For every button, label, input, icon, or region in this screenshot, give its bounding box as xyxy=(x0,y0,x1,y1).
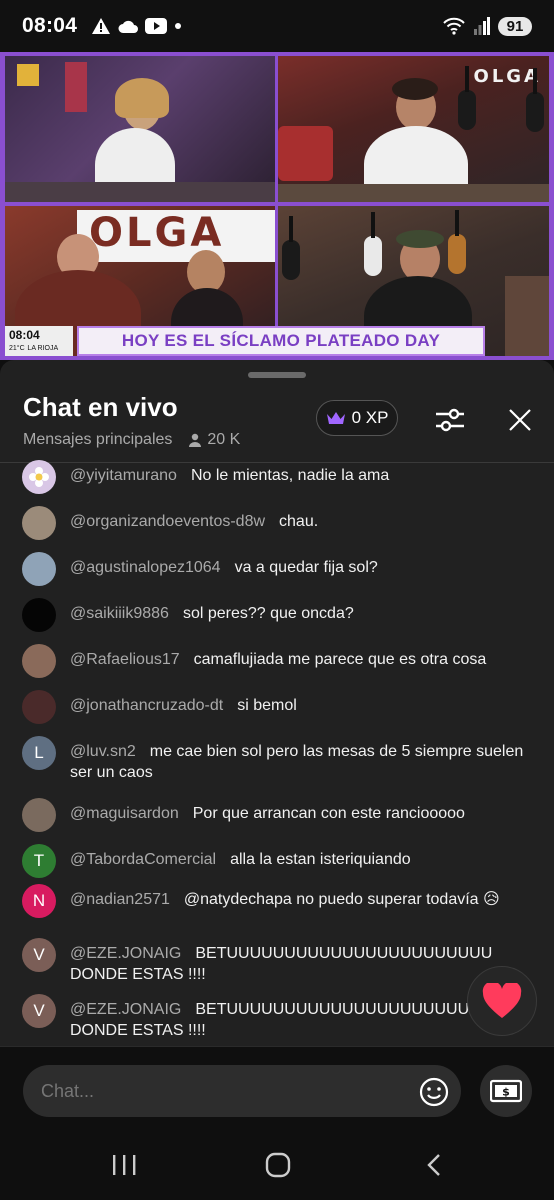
chat-message[interactable]: @saikiiik9886 sol peres?? que oncda? xyxy=(22,598,532,632)
avatar[interactable]: N xyxy=(22,884,56,918)
chat-title: Chat en vivo xyxy=(23,392,178,422)
chat-message[interactable]: V @EZE.JONAIG BETUUUUUUUUUUUUUUUUUUUUUUU … xyxy=(22,994,532,1041)
camera-panel-1 xyxy=(5,56,275,202)
xp-label: 0 XP xyxy=(351,408,389,427)
sliders-icon xyxy=(436,408,464,432)
message-text: camaflujiada me parece que es otra cosa xyxy=(193,651,487,668)
chat-message[interactable]: T @TabordaComercial alla la estan isteriq… xyxy=(22,844,532,878)
message-author[interactable]: @maguisardon xyxy=(70,805,179,822)
message-author[interactable]: @jonathancruzado-dt xyxy=(70,697,223,714)
avatar[interactable]: V xyxy=(22,938,56,972)
avatar[interactable] xyxy=(22,460,56,494)
dot-icon xyxy=(175,23,182,29)
warning-icon xyxy=(92,18,111,34)
status-notification-icons xyxy=(91,17,183,35)
message-author[interactable]: @saikiiik9886 xyxy=(70,605,169,622)
avatar[interactable] xyxy=(22,798,56,832)
brand-logo: OLGA xyxy=(473,66,541,87)
message-text: No le mientas, nadie la ama xyxy=(190,467,390,484)
signal-icon xyxy=(474,17,490,35)
chat-message[interactable]: @agustinalopez1064 va a quedar fija sol? xyxy=(22,552,532,586)
clock-overlay: 08:04 21°C LA RIOJA xyxy=(5,326,73,356)
message-text: va a quedar fija sol? xyxy=(234,559,378,576)
heart-icon xyxy=(482,983,522,1018)
avatar[interactable]: V xyxy=(22,994,56,1028)
emoji-button[interactable] xyxy=(418,1076,450,1108)
battery-indicator: 91 xyxy=(498,16,532,36)
clock-time: 08:04 xyxy=(9,328,40,342)
wifi-icon xyxy=(443,17,465,35)
status-time: 08:04 xyxy=(22,14,78,37)
flower-avatar-icon xyxy=(29,467,49,487)
chat-settings-button[interactable] xyxy=(430,402,470,438)
avatar[interactable]: L xyxy=(22,736,56,770)
avatar[interactable] xyxy=(22,552,56,586)
system-nav-bar xyxy=(0,1138,554,1200)
message-author[interactable]: @Rafaelious17 xyxy=(70,651,180,668)
youtube-icon xyxy=(145,18,168,34)
xp-button[interactable]: 0 XP xyxy=(316,400,398,436)
back-button[interactable] xyxy=(414,1150,454,1180)
message-author[interactable]: @EZE.JONAIG xyxy=(70,945,181,962)
back-icon xyxy=(427,1154,440,1176)
smiley-icon xyxy=(419,1077,449,1107)
drag-handle[interactable] xyxy=(248,372,306,378)
message-text: chau. xyxy=(279,513,319,530)
clock-temp: 21°C xyxy=(9,345,25,352)
message-text: Por que arrancan con este ranciooooo xyxy=(192,805,465,822)
chat-mode-label[interactable]: Mensajes principales xyxy=(23,431,172,449)
clock-city: LA RIOJA xyxy=(27,345,59,352)
chat-message[interactable]: @Rafaelious17 camaflujiada me parece que … xyxy=(22,644,532,678)
chat-message[interactable]: V @EZE.JONAIG BETUUUUUUUUUUUUUUUUUUUUUUU … xyxy=(22,938,532,985)
svg-text:$: $ xyxy=(502,1086,510,1099)
live-chat-panel: Chat en vivo Mensajes principales 20 K 0… xyxy=(0,360,554,1056)
message-author[interactable]: @organizandoeventos-d8w xyxy=(70,513,265,530)
video-player[interactable]: OLGA OLGA 08:04 21°C LA RIOJA HOY ES EL … xyxy=(0,52,554,360)
recents-button[interactable] xyxy=(104,1150,144,1180)
close-icon xyxy=(509,409,531,431)
home-button[interactable] xyxy=(258,1150,298,1180)
person-icon xyxy=(189,433,202,447)
message-author[interactable]: @yiyitamurano xyxy=(70,467,177,484)
message-author[interactable]: @agustinalopez1064 xyxy=(70,559,221,576)
chat-input[interactable] xyxy=(23,1065,461,1117)
chat-message-list[interactable]: @yiyitamurano No le mientas, nadie la ama… xyxy=(0,460,554,1046)
viewer-count-value: 20 K xyxy=(207,431,241,448)
camera-panel-2: OLGA xyxy=(278,56,549,202)
chat-message[interactable]: @jonathancruzado-dt si bemol xyxy=(22,690,532,724)
avatar[interactable] xyxy=(22,506,56,540)
message-text: si bemol xyxy=(237,697,297,714)
chat-message[interactable]: L @luv.sn2 me cae bien sol pero las mesas… xyxy=(22,736,532,783)
super-chat-icon: $ xyxy=(490,1079,522,1103)
avatar[interactable] xyxy=(22,690,56,724)
super-chat-button[interactable]: $ xyxy=(480,1065,532,1117)
chat-message[interactable]: N @nadian2571 @natydechapa no puedo super… xyxy=(22,884,532,918)
viewer-count: 20 K xyxy=(188,431,240,449)
chat-subtitle-row: Mensajes principales 20 K xyxy=(23,431,240,449)
message-text: @natydechapa no puedo superar todavía 😥 xyxy=(183,891,500,908)
chat-input-bar: $ xyxy=(0,1046,554,1138)
avatar[interactable]: T xyxy=(22,844,56,878)
message-author[interactable]: @TabordaComercial xyxy=(70,851,216,868)
crown-icon xyxy=(326,412,345,424)
avatar[interactable] xyxy=(22,644,56,678)
message-author[interactable]: @luv.sn2 xyxy=(70,743,136,760)
home-icon xyxy=(265,1152,291,1178)
message-author[interactable]: @nadian2571 xyxy=(70,891,170,908)
chat-message[interactable]: @organizandoeventos-d8w chau. xyxy=(22,506,532,540)
close-chat-button[interactable] xyxy=(502,402,538,438)
heart-reaction-button[interactable] xyxy=(467,966,537,1036)
chat-message[interactable]: @maguisardon Por que arrancan con este ra… xyxy=(22,798,532,832)
message-text: me cae bien sol pero las mesas de 5 siem… xyxy=(70,743,524,781)
chat-message[interactable]: @yiyitamurano No le mientas, nadie la ama xyxy=(22,460,532,494)
cloud-icon xyxy=(118,20,139,33)
message-author[interactable]: @EZE.JONAIG xyxy=(70,1001,181,1018)
avatar[interactable] xyxy=(22,598,56,632)
recents-icon xyxy=(113,1155,136,1175)
status-bar: 08:04 91 xyxy=(0,0,554,52)
lower-third-banner: HOY ES EL SÍCLAMO PLATEADO DAY xyxy=(77,326,485,356)
message-text: alla la estan isteriquiando xyxy=(230,851,411,868)
message-text: sol peres?? que oncda? xyxy=(182,605,354,622)
